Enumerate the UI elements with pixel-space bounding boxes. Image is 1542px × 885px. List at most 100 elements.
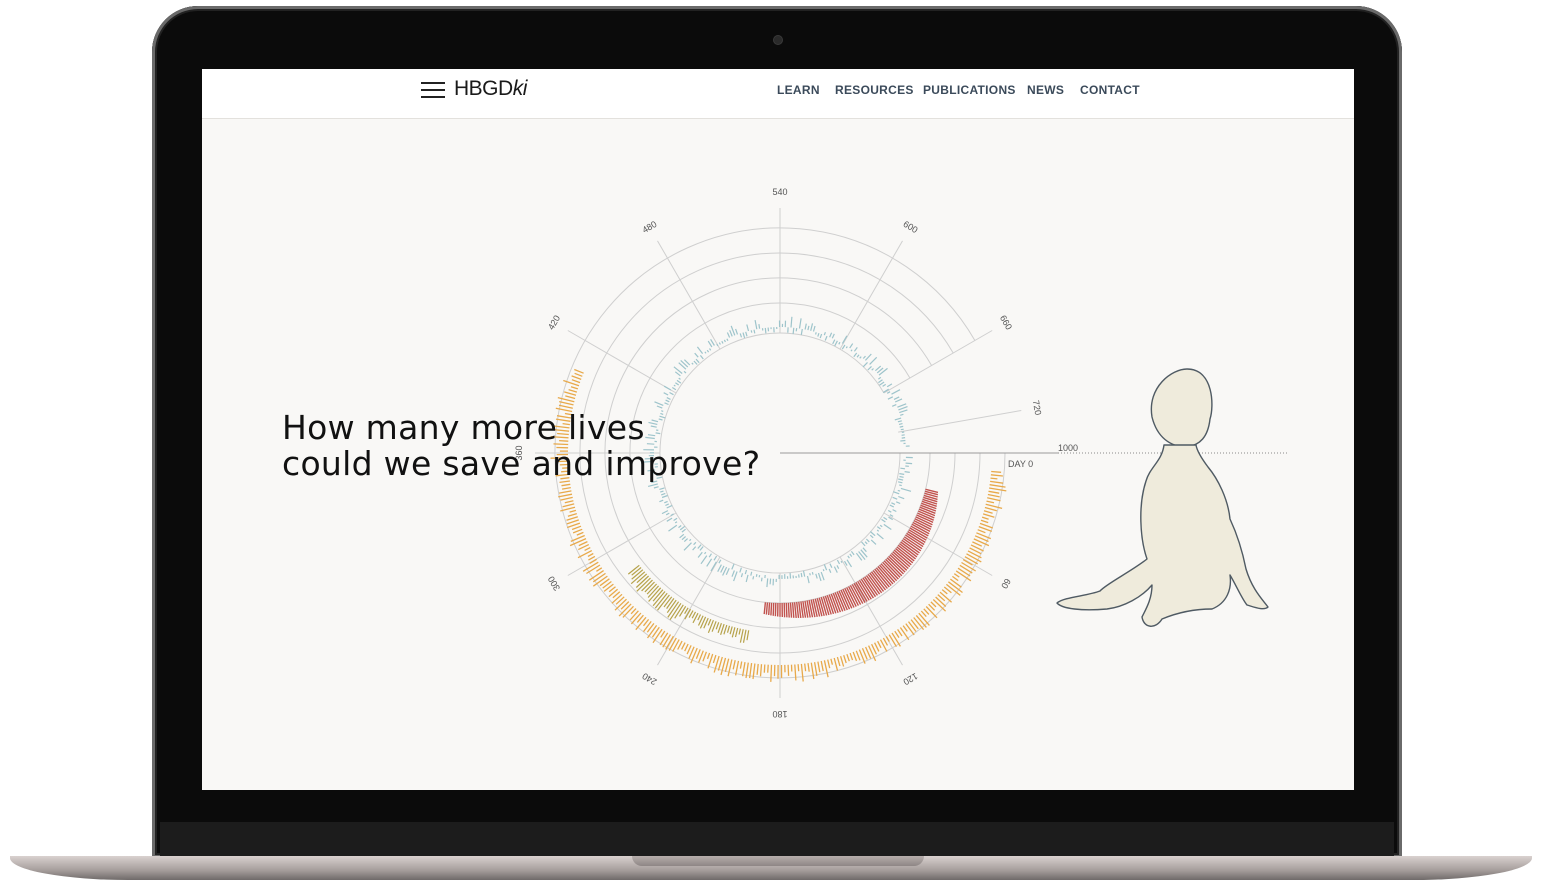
inner-ring-bar <box>901 437 906 439</box>
inner-ring-bar <box>869 534 874 539</box>
outer-ring-bar <box>986 500 995 504</box>
baby-illustration <box>1056 368 1269 627</box>
inner-ring-bar <box>706 349 710 353</box>
red-band-bar <box>765 602 769 615</box>
inner-ring-bar <box>819 333 823 339</box>
outer-ring-bar <box>734 660 740 676</box>
inner-ring-bar <box>856 354 860 358</box>
baby-head <box>1150 368 1213 448</box>
inner-ring-bar <box>681 528 686 533</box>
inner-ring-bar <box>798 574 800 578</box>
inner-ring-bar <box>871 368 874 371</box>
outer-ring-bar <box>566 519 580 525</box>
inner-ring-bar <box>802 570 806 577</box>
inner-ring-bar <box>753 329 756 334</box>
inner-ring-bar <box>800 572 803 578</box>
outer-ring-bar <box>561 483 571 487</box>
outer-ring-bar <box>635 616 647 631</box>
headline-line-1: How many more lives <box>282 408 645 447</box>
outer-ring-bar <box>810 662 815 680</box>
inner-ring-bar <box>900 428 904 431</box>
axis-tick-label: 180 <box>772 709 787 719</box>
inner-ring-bar <box>829 332 833 338</box>
inner-ring-bar <box>691 362 694 365</box>
axis-tick-label: 420 <box>546 314 562 332</box>
inner-ring-bar <box>841 344 846 350</box>
outer-ring-bar <box>935 596 947 607</box>
inner-ring-bar <box>895 501 901 505</box>
inner-ring-bar <box>647 483 658 487</box>
inner-ring-bar <box>897 481 903 484</box>
outer-ring-bar <box>800 663 804 682</box>
inner-ring-bar <box>817 333 820 337</box>
inner-ring-bar <box>707 340 713 348</box>
inner-ring-bar <box>899 409 908 414</box>
inner-ring-bar <box>665 399 670 403</box>
inner-ring-bar <box>849 343 854 349</box>
inner-ring-bar <box>725 568 730 575</box>
outer-ring-bar <box>596 567 603 572</box>
outer-ring-bar <box>727 659 733 677</box>
inner-ring-bar <box>889 514 894 517</box>
olive-band-bar <box>678 605 687 617</box>
grid-spoke-6 <box>567 330 677 394</box>
outer-ring-bar <box>952 575 959 582</box>
inner-ring-bar <box>659 499 664 503</box>
inner-ring-bar <box>836 565 840 569</box>
outer-ring-bar <box>569 509 577 513</box>
outer-ring-bar <box>566 516 578 521</box>
olive-band-bar <box>742 629 747 643</box>
inner-ring-bar <box>666 397 671 400</box>
inner-ring-bar <box>878 367 888 376</box>
olive-band-bar <box>691 611 697 619</box>
inner-ring-bar <box>833 566 838 573</box>
inner-ring-bar <box>708 553 713 558</box>
inner-ring-bar <box>678 525 682 529</box>
outer-ring-bar <box>827 659 831 669</box>
outer-ring-bar <box>891 632 901 647</box>
outer-ring-bar <box>830 658 834 665</box>
outer-ring-bar <box>642 621 652 632</box>
outer-ring-bar <box>732 660 736 670</box>
inner-ring-bar <box>850 349 853 352</box>
inner-ring-bar <box>832 339 836 345</box>
inner-ring-bar <box>897 489 901 492</box>
inner-ring-bar <box>739 567 742 573</box>
grid-spoke-3 <box>657 556 721 666</box>
inner-ring-bar <box>879 524 883 528</box>
inner-ring-bar <box>769 578 772 585</box>
outer-ring-bar <box>980 519 989 524</box>
outer-ring-bar <box>756 663 759 675</box>
outer-ring-bar <box>953 573 960 578</box>
inner-ring-bar <box>733 571 738 582</box>
olive-band-bar <box>717 623 722 633</box>
outer-ring-bar <box>587 552 594 557</box>
outer-ring-bar <box>988 490 1000 494</box>
outer-ring-bar <box>897 629 903 637</box>
outer-ring-bar <box>559 400 574 406</box>
inner-ring-bar <box>881 518 886 523</box>
outer-ring-bar <box>987 493 1000 498</box>
inner-ring-bar <box>721 340 724 344</box>
outer-ring-bar <box>950 578 962 588</box>
outer-ring-bar <box>574 368 584 374</box>
olive-band-bar <box>631 567 642 576</box>
outer-ring-bar <box>568 388 578 393</box>
inner-ring-bar <box>811 571 814 575</box>
inner-ring-bar <box>704 551 707 555</box>
outer-ring-bar <box>923 608 930 615</box>
inner-ring-bar <box>894 398 903 403</box>
outer-ring-bar <box>592 572 606 583</box>
inner-ring-bar <box>900 487 912 492</box>
inner-ring-bar <box>853 347 858 352</box>
inner-ring-bar <box>755 573 758 577</box>
olive-band-bar <box>726 625 731 633</box>
inner-ring-bar <box>861 541 866 547</box>
outer-ring-bar <box>920 610 927 618</box>
olive-band-bar <box>739 629 744 643</box>
inner-ring-bar <box>760 577 763 582</box>
red-band-bar <box>768 602 771 616</box>
inner-ring-bar <box>697 544 702 549</box>
inner-ring-bar <box>665 512 670 516</box>
inner-ring-bar <box>853 352 858 358</box>
